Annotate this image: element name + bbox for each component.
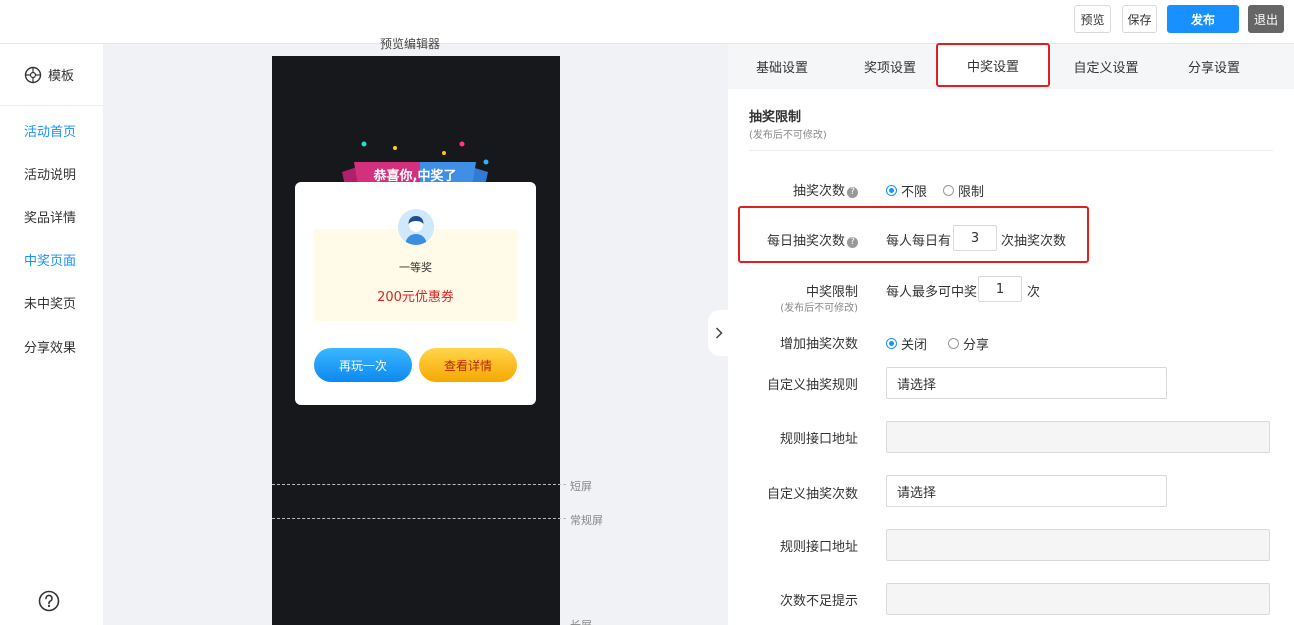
daily-suffix: 次抽奖次数 xyxy=(1001,234,1067,249)
tab-prizes[interactable]: 奖项设置 xyxy=(836,44,944,89)
win-limit-label: 中奖限制 xyxy=(805,285,858,300)
radio-off[interactable]: 关闭 xyxy=(886,334,927,353)
template-header[interactable]: 模板 xyxy=(0,44,103,106)
nav-item-home[interactable]: 活动首页 xyxy=(24,121,76,140)
guide-label-short: 短屏 xyxy=(570,480,592,493)
section-subtitle: (发布后不可修改) xyxy=(749,130,827,141)
nav-item-lose-page[interactable]: 未中奖页 xyxy=(24,293,76,312)
nav-item-description[interactable]: 活动说明 xyxy=(24,164,76,183)
rule-api-input-2[interactable] xyxy=(886,529,1270,561)
custom-rule-label: 自定义抽奖规则 xyxy=(766,378,858,393)
nav-item-win-page[interactable]: 中奖页面 xyxy=(24,250,76,269)
tab-share[interactable]: 分享设置 xyxy=(1162,44,1266,89)
nav-item-share[interactable]: 分享效果 xyxy=(24,337,76,356)
guide-regular xyxy=(272,518,566,519)
custom-rule-select[interactable]: 请选择 xyxy=(886,367,1167,399)
win-limit-prefix: 每人最多可中奖 xyxy=(886,285,978,300)
tab-win-settings[interactable]: 中奖设置 xyxy=(936,43,1050,87)
custom-count-label: 自定义抽奖次数 xyxy=(766,487,858,502)
daily-count-label: 每日抽奖次数? xyxy=(767,230,858,249)
draw-count-label: 抽奖次数? xyxy=(793,180,858,199)
rule-api-label: 规则接口地址 xyxy=(779,432,858,447)
save-button[interactable]: 保存 xyxy=(1122,5,1157,33)
prize-level: 一等奖 xyxy=(399,261,432,274)
section-divider xyxy=(749,150,1273,151)
question-icon[interactable]: ? xyxy=(847,187,858,198)
aperture-icon xyxy=(24,66,42,83)
custom-count-select[interactable]: 请选择 xyxy=(886,475,1167,507)
view-detail-button[interactable]: 查看详情 xyxy=(419,348,517,382)
left-nav: 模板 活动首页 活动说明 奖品详情 中奖页面 未中奖页 分享效果 xyxy=(0,44,103,625)
rule-api-label-2: 规则接口地址 xyxy=(779,540,858,555)
win-limit-input[interactable] xyxy=(978,276,1022,302)
settings-panel: 基础设置 奖项设置 中奖设置 自定义设置 分享设置 抽奖限制 (发布后不可修改)… xyxy=(728,43,1294,625)
preview-button[interactable]: 预览 xyxy=(1074,5,1111,33)
chevron-right-icon xyxy=(715,327,723,339)
win-limit-sub: (发布后不可修改) xyxy=(780,303,858,314)
daily-count-input[interactable] xyxy=(953,225,997,251)
top-toolbar: 预览 保存 发布 退出 xyxy=(0,0,1294,44)
canvas-label: 预览编辑器 xyxy=(380,37,441,51)
section-title: 抽奖限制 xyxy=(749,110,802,125)
phone-preview: 恭喜你,中奖了 一等奖 200元优惠券 再玩一次 查看详情 xyxy=(272,56,560,625)
add-draw-label: 增加抽奖次数 xyxy=(779,337,858,352)
guide-label-long: 长屏 xyxy=(570,617,592,625)
rule-api-input[interactable] xyxy=(886,421,1270,453)
tab-basic[interactable]: 基础设置 xyxy=(728,44,836,89)
insufficient-input[interactable] xyxy=(886,583,1270,615)
prize-card: 一等奖 200元优惠券 再玩一次 查看详情 xyxy=(295,182,536,405)
tab-custom[interactable]: 自定义设置 xyxy=(1050,44,1162,89)
prize-name: 200元优惠券 xyxy=(377,290,454,305)
nav-item-prize-detail[interactable]: 奖品详情 xyxy=(24,207,76,226)
daily-prefix: 每人每日有 xyxy=(886,234,952,249)
exit-button[interactable]: 退出 xyxy=(1248,5,1284,33)
win-limit-suffix: 次 xyxy=(1027,285,1041,300)
question-icon[interactable]: ? xyxy=(847,237,858,248)
settings-tabs: 基础设置 奖项设置 中奖设置 自定义设置 分享设置 xyxy=(728,43,1294,89)
help-icon[interactable] xyxy=(38,590,60,612)
radio-share[interactable]: 分享 xyxy=(948,334,989,353)
template-label: 模板 xyxy=(48,69,75,84)
radio-limited[interactable]: 限制 xyxy=(943,181,984,200)
avatar-icon xyxy=(398,209,434,245)
insufficient-label: 次数不足提示 xyxy=(779,594,858,609)
radio-unlimited[interactable]: 不限 xyxy=(886,181,927,200)
publish-button[interactable]: 发布 xyxy=(1167,5,1239,33)
collapse-handle[interactable] xyxy=(708,310,730,356)
play-again-button[interactable]: 再玩一次 xyxy=(314,348,412,382)
guide-label-regular: 常规屏 xyxy=(570,514,603,527)
guide-short xyxy=(272,484,566,485)
